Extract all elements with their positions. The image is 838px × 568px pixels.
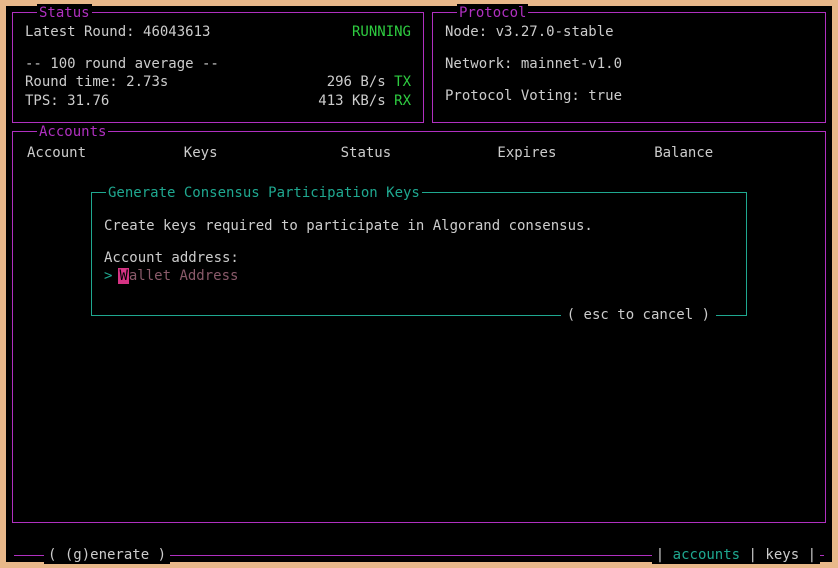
tab-keys[interactable]: keys [765,547,799,563]
modal-description: Create keys required to participate in A… [104,217,734,235]
spacer [25,41,411,55]
latest-round: Latest Round: 46043613 [25,23,210,41]
col-expires: Expires [497,144,654,162]
address-input[interactable]: Wallet Address [118,267,238,285]
placeholder-rest: allet Address [129,268,239,284]
voting-row: Protocol Voting: true [445,87,813,105]
node-label: Node: [445,24,487,40]
voting-label: Protocol Voting: [445,88,580,104]
network-row: Network: mainnet-v1.0 [445,55,813,73]
accounts-headers: Account Keys Status Expires Balance [25,142,813,168]
tps: TPS: 31.76 [25,92,109,110]
sep: | [808,547,816,563]
protocol-panel: Protocol Node: v3.27.0-stable Network: m… [432,12,826,123]
terminal-window: Status Latest Round: 46043613 RUNNING --… [6,6,832,562]
cursor-char: W [118,268,128,284]
footer-bar: ( (g)enerate ) | accounts | keys | [14,555,824,556]
generate-keys-modal: Generate Consensus Participation Keys Cr… [91,192,747,317]
round-time-row: Round time: 2.73s 296 B/s TX [25,73,411,91]
network-label: Network: [445,56,512,72]
spacer [445,73,813,87]
network-value: mainnet-v1.0 [521,56,622,72]
tab-accounts[interactable]: accounts [673,547,740,563]
field-label: Account address: [104,249,734,267]
voting-value: true [588,88,622,104]
node-row: Node: v3.27.0-stable [445,23,813,41]
sep: | [656,547,664,563]
col-status: Status [341,144,498,162]
tps-value: 31.76 [67,93,109,109]
sep: | [749,547,757,563]
latest-round-value: 46043613 [143,24,210,40]
rx-rate: 413 KB/s [318,93,385,109]
round-time-label: Round time: [25,74,118,90]
latest-round-label: Latest Round: [25,24,135,40]
footer-tabs: | accounts | keys | [652,546,820,564]
node-value: v3.27.0-stable [496,24,614,40]
status-state: RUNNING [352,23,411,41]
accounts-panel: Accounts Account Keys Status Expires Bal… [12,131,826,523]
round-time: Round time: 2.73s [25,73,168,91]
prompt-symbol: > [104,267,112,285]
status-title: Status [37,4,92,22]
col-balance: Balance [654,144,811,162]
status-panel: Status Latest Round: 46043613 RUNNING --… [12,12,424,123]
col-account: Account [27,144,184,162]
tx-rate: 296 B/s [327,74,386,90]
rx-label: RX [394,93,411,109]
col-keys: Keys [184,144,341,162]
tps-row: TPS: 31.76 413 KB/s RX [25,92,411,110]
tps-label: TPS: [25,93,59,109]
generate-hint[interactable]: ( (g)enerate ) [44,546,170,564]
status-latest-row: Latest Round: 46043613 RUNNING [25,23,411,41]
spacer [445,41,813,55]
accounts-title: Accounts [37,123,108,141]
top-row: Status Latest Round: 46043613 RUNNING --… [12,12,826,123]
rx-rate-group: 413 KB/s RX [318,92,411,110]
cancel-hint[interactable]: ( esc to cancel ) [561,306,716,324]
protocol-title: Protocol [457,4,528,22]
tx-label: TX [394,74,411,90]
spacer [104,235,734,249]
modal-title: Generate Consensus Participation Keys [106,184,422,202]
avg-header: -- 100 round average -- [25,55,411,73]
round-time-value: 2.73s [126,74,168,90]
tx-rate-group: 296 B/s TX [327,73,411,91]
address-input-line[interactable]: > Wallet Address [104,267,734,285]
